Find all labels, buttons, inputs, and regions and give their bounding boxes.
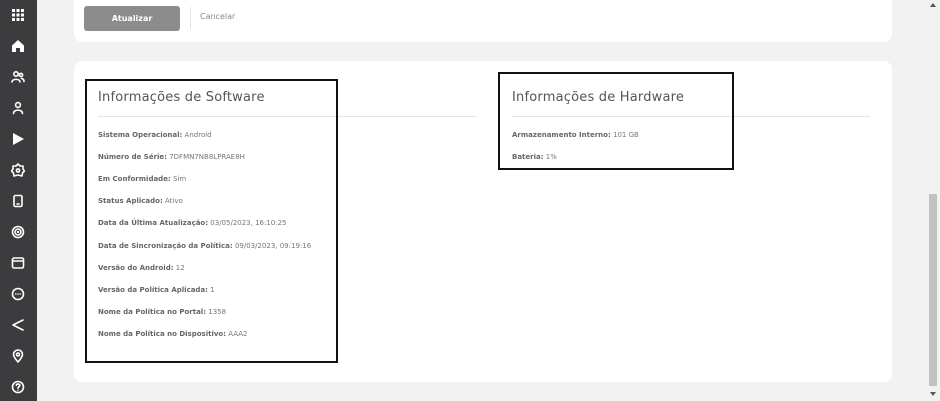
settings-badge-icon[interactable] — [8, 160, 28, 180]
apps-grid-icon[interactable] — [8, 5, 28, 25]
home-icon[interactable] — [8, 36, 28, 56]
users-icon[interactable] — [8, 67, 28, 87]
vertical-scrollbar[interactable] — [926, 0, 940, 401]
software-highlight-box — [85, 79, 338, 363]
button-divider — [190, 7, 191, 29]
scroll-up-icon[interactable] — [930, 3, 936, 7]
update-button[interactable]: Atualizar — [84, 6, 180, 31]
chat-icon[interactable] — [8, 284, 28, 304]
location-icon[interactable] — [8, 346, 28, 366]
target-icon[interactable] — [8, 222, 28, 242]
scroll-down-icon[interactable] — [930, 392, 936, 396]
window-icon[interactable] — [8, 253, 28, 273]
cancel-button[interactable]: Cancelar — [200, 12, 235, 21]
user-icon[interactable] — [8, 98, 28, 118]
scroll-thumb[interactable] — [929, 194, 937, 386]
share-icon[interactable] — [8, 315, 28, 335]
device-icon[interactable] — [8, 191, 28, 211]
actions-card: Atualizar Cancelar — [74, 0, 892, 42]
hardware-highlight-box — [498, 72, 734, 170]
sidebar-nav — [0, 0, 37, 401]
help-icon[interactable] — [8, 377, 28, 397]
play-icon[interactable] — [8, 129, 28, 149]
